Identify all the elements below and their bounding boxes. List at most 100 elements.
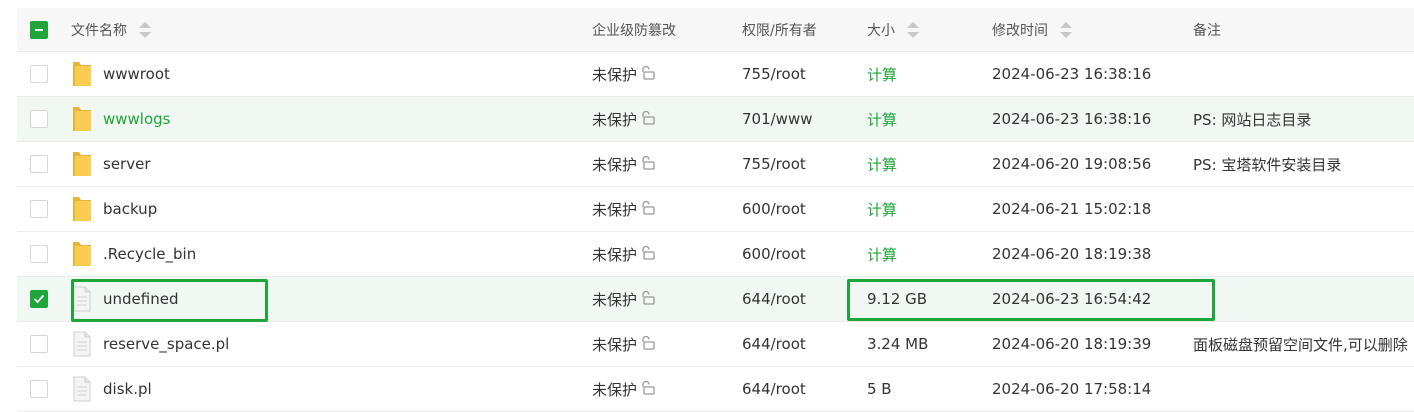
row-checkbox[interactable] (30, 65, 48, 83)
mtime-cell: 2024-06-20 18:19:39 (992, 322, 1151, 366)
table-row[interactable]: disk.pl 未保护 644/root 5 B 2024-06-20 17:58:14 (17, 367, 1414, 412)
file-name[interactable]: reserve_space.pl (103, 335, 229, 353)
file-name[interactable]: disk.pl (103, 380, 152, 398)
calculate-size-link[interactable]: 计算 (867, 64, 897, 85)
unlocked-icon[interactable] (640, 380, 655, 399)
header-name[interactable]: 文件名称 (71, 8, 151, 51)
protect-status[interactable]: 未保护 (592, 199, 637, 220)
file-size: 9.12 GB (867, 290, 928, 308)
unlocked-icon[interactable] (640, 65, 655, 84)
protect-status[interactable]: 未保护 (592, 334, 637, 355)
sort-icon[interactable] (139, 21, 151, 39)
perm-owner[interactable]: 600/root (742, 200, 806, 218)
note-cell[interactable]: PS: 网站日志目录 (1193, 97, 1311, 141)
protect-status[interactable]: 未保护 (592, 289, 637, 310)
perm-cell[interactable]: 600/root (742, 187, 806, 231)
perm-owner[interactable]: 701/www (742, 110, 813, 128)
table-row[interactable]: backup 未保护 600/root 计算 2024-06-21 15:02:18 (17, 187, 1414, 232)
protect-status[interactable]: 未保护 (592, 154, 637, 175)
perm-cell[interactable]: 701/www (742, 97, 813, 141)
table-row[interactable]: wwwroot 未保护 755/root 计算 2024-06-23 16:38:16 (17, 52, 1414, 97)
select-all-checkbox[interactable] (30, 20, 48, 39)
perm-cell[interactable]: 644/root (742, 367, 806, 411)
protect-status[interactable]: 未保护 (592, 379, 637, 400)
unlocked-icon[interactable] (640, 245, 655, 264)
unlocked-icon[interactable] (640, 335, 655, 354)
size-cell[interactable]: 计算 (867, 187, 897, 231)
sort-icon[interactable] (907, 21, 919, 39)
size-cell[interactable]: 计算 (867, 142, 897, 186)
file-note[interactable]: 面板磁盘预留空间文件,可以删除 (1193, 334, 1408, 355)
perm-owner[interactable]: 644/root (742, 290, 806, 308)
unlocked-icon[interactable] (640, 110, 655, 129)
note-cell[interactable]: PS: 宝塔软件安装目录 (1193, 142, 1341, 186)
file-name-cell[interactable]: wwwroot (71, 52, 170, 96)
table-row[interactable]: server 未保护 755/root 计算 2024-06-20 19:08:56 PS… (17, 142, 1414, 187)
file-name[interactable]: .Recycle_bin (103, 245, 196, 263)
modified-time: 2024-06-21 15:02:18 (992, 200, 1152, 218)
unlocked-icon[interactable] (640, 155, 655, 174)
perm-cell[interactable]: 644/root (742, 322, 806, 366)
header-size[interactable]: 大小 (867, 8, 919, 51)
perm-owner[interactable]: 600/root (742, 245, 806, 263)
size-cell[interactable]: 计算 (867, 52, 897, 96)
row-checkbox[interactable] (30, 110, 48, 128)
file-name-cell[interactable]: wwwlogs (71, 97, 171, 141)
row-checkbox[interactable] (30, 155, 48, 173)
row-checkbox[interactable] (30, 290, 48, 308)
table-row[interactable]: reserve_space.pl 未保护 644/root 3.24 MB 2024-0… (17, 322, 1414, 367)
file-name[interactable]: server (103, 155, 150, 173)
protect-cell[interactable]: 未保护 (592, 232, 655, 276)
perm-cell[interactable]: 600/root (742, 232, 806, 276)
protect-cell[interactable]: 未保护 (592, 52, 655, 96)
unlocked-icon[interactable] (640, 200, 655, 219)
file-name[interactable]: wwwlogs (103, 110, 171, 128)
protect-cell[interactable]: 未保护 (592, 97, 655, 141)
unlocked-icon[interactable] (640, 290, 655, 309)
protect-status[interactable]: 未保护 (592, 109, 637, 130)
perm-owner[interactable]: 644/root (742, 335, 806, 353)
size-cell[interactable]: 计算 (867, 97, 897, 141)
protect-cell[interactable]: 未保护 (592, 142, 655, 186)
file-note[interactable]: PS: 宝塔软件安装目录 (1193, 154, 1341, 175)
row-checkbox[interactable] (30, 380, 48, 398)
protect-status[interactable]: 未保护 (592, 244, 637, 265)
row-checkbox[interactable] (30, 245, 48, 263)
mtime-cell: 2024-06-20 17:58:14 (992, 367, 1151, 411)
file-name-cell[interactable]: .Recycle_bin (71, 232, 196, 276)
perm-owner[interactable]: 755/root (742, 155, 806, 173)
folder-icon (71, 149, 93, 179)
perm-owner[interactable]: 644/root (742, 380, 806, 398)
perm-cell[interactable]: 755/root (742, 142, 806, 186)
perm-cell[interactable]: 644/root (742, 277, 806, 321)
calculate-size-link[interactable]: 计算 (867, 154, 897, 175)
protect-cell[interactable]: 未保护 (592, 277, 655, 321)
file-name-cell[interactable]: disk.pl (71, 367, 152, 411)
row-checkbox[interactable] (30, 200, 48, 218)
calculate-size-link[interactable]: 计算 (867, 109, 897, 130)
calculate-size-link[interactable]: 计算 (867, 244, 897, 265)
file-name-cell[interactable]: server (71, 142, 150, 186)
protect-cell[interactable]: 未保护 (592, 367, 655, 411)
file-name[interactable]: undefined (103, 290, 178, 308)
calculate-size-link[interactable]: 计算 (867, 199, 897, 220)
table-row[interactable]: wwwlogs 未保护 701/www 计算 2024-06-23 16:38:16 PS… (17, 97, 1414, 142)
protect-cell[interactable]: 未保护 (592, 187, 655, 231)
file-name-cell[interactable]: backup (71, 187, 157, 231)
file-name-cell[interactable]: reserve_space.pl (71, 322, 229, 366)
protect-status[interactable]: 未保护 (592, 64, 637, 85)
note-cell[interactable]: 面板磁盘预留空间文件,可以删除 (1193, 322, 1408, 366)
perm-cell[interactable]: 755/root (742, 52, 806, 96)
protect-cell[interactable]: 未保护 (592, 322, 655, 366)
file-name[interactable]: backup (103, 200, 157, 218)
file-name[interactable]: wwwroot (103, 65, 170, 83)
file-note[interactable]: PS: 网站日志目录 (1193, 109, 1311, 130)
size-cell[interactable]: 计算 (867, 232, 897, 276)
table-row[interactable]: .Recycle_bin 未保护 600/root 计算 2024-06-20 18:1… (17, 232, 1414, 277)
perm-owner[interactable]: 755/root (742, 65, 806, 83)
row-checkbox[interactable] (30, 335, 48, 353)
header-mtime[interactable]: 修改时间 (992, 8, 1072, 51)
table-row[interactable]: undefined 未保护 644/root 9.12 GB 2024-06-23 16… (17, 277, 1414, 322)
sort-icon[interactable] (1060, 21, 1072, 39)
file-name-cell[interactable]: undefined (71, 277, 178, 321)
